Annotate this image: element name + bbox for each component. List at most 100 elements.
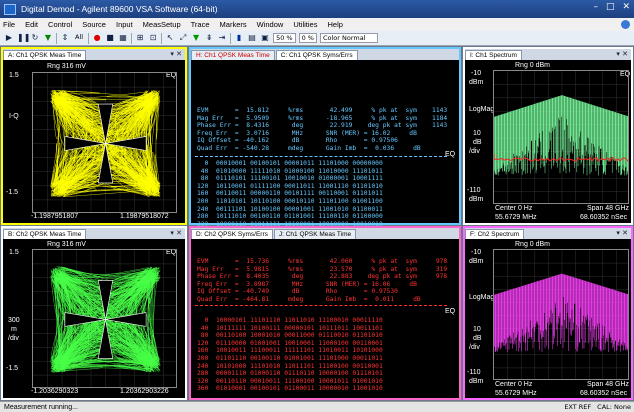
- menu-source[interactable]: Source: [82, 20, 106, 29]
- tab-b-ch2-meas-time[interactable]: B: Ch2 QPSK Meas Time: [3, 229, 87, 239]
- tab-f-ch2-spectrum[interactable]: F: Ch2 Spectrum: [465, 229, 525, 239]
- span-label: Span 48 GHz: [587, 381, 630, 388]
- pane-b-controls[interactable]: ▾ ✕: [170, 229, 182, 237]
- single-icon[interactable]: ▼: [43, 33, 53, 43]
- window-titlebar: Digital Demod - Agilent 89600 VSA Softwa…: [0, 0, 634, 18]
- tab-h-ch1-meas-time[interactable]: H: Ch1 QPSK Meas Time: [191, 50, 275, 60]
- tab-i-ch1-spectrum[interactable]: I: Ch1 Spectrum: [465, 50, 522, 60]
- all-dropdown[interactable]: All: [73, 33, 85, 43]
- text-line: 240 00111101 10100100 00001001 11001010 …: [197, 205, 383, 213]
- y-top-label: -10: [471, 249, 482, 256]
- help-icon[interactable]: [621, 20, 630, 29]
- marker-icon[interactable]: ⊡: [148, 33, 158, 43]
- color-scheme-dropdown[interactable]: Color Normal: [319, 33, 378, 43]
- record-icon[interactable]: ●: [92, 33, 102, 43]
- menu-help[interactable]: Help: [327, 20, 342, 29]
- zoom-percent-field[interactable]: 50 %: [273, 33, 296, 43]
- y-scale-label: LogMag: [469, 294, 495, 301]
- menu-markers[interactable]: Markers: [220, 20, 247, 29]
- menu-trace[interactable]: Trace: [191, 20, 210, 29]
- text-line: Quad Err = -464.81 mdeg Gain Imb = 0.011…: [197, 295, 421, 303]
- play-icon[interactable]: ▶: [4, 33, 14, 43]
- ext-ref-indicator: EXT REF: [564, 403, 592, 411]
- text-line: 360 01010001 00100101 01100011 10000010 …: [197, 385, 383, 393]
- minimize-icon[interactable]: –: [593, 2, 598, 12]
- close-icon[interactable]: ✕: [622, 2, 630, 12]
- layout-icon[interactable]: ▦: [118, 33, 128, 43]
- y-scale-label: LogMag: [469, 106, 495, 113]
- rbw-label: 55.6729 MHz: [495, 390, 537, 397]
- tab-j-ch1-meas-time[interactable]: J: Ch1 QPSK Meas Time: [273, 229, 357, 239]
- x-left-label: -1.1987951807: [31, 213, 79, 220]
- pane-a-ch1-meas-time: A: Ch1 QPSK Meas Time ▾ ✕ Rng 316 mV EQ 1…: [1, 47, 187, 225]
- pane-f-controls[interactable]: ▾ ✕: [616, 229, 628, 237]
- pause-icon[interactable]: ❚❚: [17, 33, 30, 43]
- peak-icon[interactable]: ⇟: [204, 33, 214, 43]
- spectrum-plot-ch2: [493, 249, 629, 380]
- menu-utilities[interactable]: Utilities: [293, 20, 317, 29]
- pane-a-controls[interactable]: ▾ ✕: [170, 50, 182, 58]
- range-label: Rng 0 dBm: [515, 241, 551, 248]
- div-label: /div: [8, 335, 19, 342]
- autoscale-icon[interactable]: ⇕: [60, 33, 70, 43]
- color-icon[interactable]: ▮: [234, 33, 244, 43]
- pane-i-controls[interactable]: ▾ ✕: [616, 50, 628, 58]
- constellation-plot-ch2: [32, 249, 177, 388]
- time-label: 68.60352 nSec: [580, 214, 628, 221]
- status-bar: Measurement running... EXT REF CAL: None: [0, 401, 634, 412]
- stop-icon[interactable]: ■: [105, 33, 115, 43]
- menu-bar: File Edit Control Source Input MeasSetup…: [0, 18, 634, 31]
- y-top-label: 1.5: [9, 249, 19, 256]
- symbol-table-ch2: 0 10000101 11101110 11011010 11100010 00…: [197, 317, 383, 393]
- menu-input[interactable]: Input: [116, 20, 133, 29]
- text-line: 320 00110110 00010011 11100100 10001011 …: [197, 377, 383, 385]
- y-top-label: -10: [471, 70, 482, 77]
- symbol-table-ch1: 0 00010001 00100101 00001011 11101000 00…: [197, 160, 383, 236]
- x-left-label: -1.2036290323: [31, 388, 79, 395]
- y-top-label: 1.5: [9, 72, 19, 79]
- pane-i-ch1-spectrum: I: Ch1 Spectrum ▾ ✕ Rng 0 dBm EQ -10 dBm …: [463, 47, 633, 225]
- grid-icon[interactable]: ⊞: [135, 33, 145, 43]
- maximize-icon[interactable]: □: [606, 2, 615, 12]
- display-icon[interactable]: ▣: [260, 33, 270, 43]
- time-label: 68.60352 nSec: [580, 390, 628, 397]
- y-top-unit-label: dBm: [469, 258, 484, 265]
- tab-d-ch2-syms-errs[interactable]: D: Ch2 QPSK Syms/Errs: [191, 229, 273, 239]
- div-value-label: 10: [473, 130, 481, 137]
- center-freq-label: Center 0 Hz: [495, 381, 533, 388]
- marker-to-icon[interactable]: ⇥: [217, 33, 227, 43]
- pane-c-ch1-syms-errs: H: Ch1 QPSK Meas Time C: Ch1 QPSK Syms/E…: [189, 47, 461, 235]
- div-unit-label: dB: [473, 139, 482, 146]
- text-line: Phase Err = 8.4316 deg 22.919 deg pk at …: [197, 122, 448, 130]
- tab-a-ch1-meas-time[interactable]: A: Ch1 QPSK Meas Time: [3, 50, 87, 60]
- cal-indicator: CAL: None: [597, 403, 631, 411]
- text-line: Mag Err = 5.9815 %rms 23.570 % pk at sym…: [197, 265, 448, 273]
- tab-c-ch1-syms-errs[interactable]: C: Ch1 QPSK Syms/Errs: [275, 50, 358, 60]
- div-label: /div: [469, 344, 480, 351]
- pointer-icon[interactable]: ↖: [165, 33, 175, 43]
- status-text: Measurement running...: [4, 403, 78, 411]
- y-top-unit-label: dBm: [469, 79, 484, 86]
- text-line: 200 01101110 00100110 01001001 11101000 …: [197, 354, 383, 362]
- range-label: Rng 316 mV: [47, 63, 86, 70]
- print-icon[interactable]: ▤: [247, 33, 257, 43]
- menu-edit[interactable]: Edit: [25, 20, 38, 29]
- restart-icon[interactable]: ↻: [30, 33, 40, 43]
- div-unit-label: m: [11, 326, 17, 333]
- x-right-label: 1.20362903226: [120, 388, 169, 395]
- constellation-plot-ch1: [32, 72, 177, 213]
- eq-label: EQ: [445, 151, 456, 158]
- text-line: 280 10111010 00100110 01101001 11100110 …: [197, 213, 383, 221]
- menu-window[interactable]: Window: [257, 20, 284, 29]
- menu-file[interactable]: File: [3, 20, 15, 29]
- spectrum-plot-ch1: [493, 70, 629, 204]
- menu-meassetup[interactable]: MeasSetup: [143, 20, 181, 29]
- zoom-icon[interactable]: ⤢: [178, 33, 188, 43]
- text-line: Freq Err = 3.0987 MHz SNR (MER) = 16.06 …: [197, 280, 417, 288]
- text-line: 160 10010011 11100011 11111101 11010011 …: [197, 347, 383, 355]
- text-line: 240 10101000 11101010 11011101 11100100 …: [197, 362, 383, 370]
- div-value-label: 10: [473, 326, 481, 333]
- menu-control[interactable]: Control: [48, 20, 72, 29]
- marker-down-icon[interactable]: ▼: [191, 33, 201, 43]
- offset-percent-field[interactable]: 0 %: [298, 33, 317, 43]
